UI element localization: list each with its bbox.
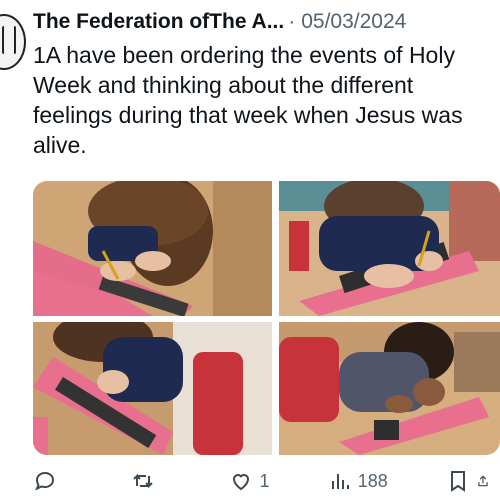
photo-grid <box>33 181 500 455</box>
tweet-header: The Federation ofThe A... · 05/03/2024 <box>33 8 493 36</box>
views-icon <box>331 474 349 489</box>
retweet-icon <box>133 473 153 489</box>
author-name[interactable]: The Federation ofThe A... <box>33 10 284 34</box>
reply-icon <box>35 471 55 491</box>
share-icon[interactable] <box>476 469 490 493</box>
photo-2[interactable] <box>279 181 500 316</box>
tweet-text: 1A have been ordering the events of Holy… <box>33 42 463 158</box>
view-count: 188 <box>357 470 388 491</box>
photo-3[interactable] <box>33 322 272 455</box>
header-separator: · <box>288 10 296 33</box>
bookmark-icon[interactable] <box>446 469 470 493</box>
photo-4[interactable] <box>279 322 500 455</box>
reply-button[interactable] <box>33 469 73 493</box>
like-button[interactable]: 1 <box>229 469 269 493</box>
bookmark-share-group <box>446 469 500 493</box>
tweet-date[interactable]: 05/03/2024 <box>301 10 406 34</box>
views-button[interactable]: 188 <box>328 469 388 493</box>
like-count: 1 <box>259 470 270 491</box>
retweet-button[interactable] <box>131 469 171 493</box>
author-avatar[interactable] <box>0 14 26 70</box>
heart-icon <box>233 474 250 491</box>
school-crest-icon <box>2 26 16 54</box>
tweet-actions: 1 188 <box>33 462 500 500</box>
photo-1[interactable] <box>33 181 272 316</box>
